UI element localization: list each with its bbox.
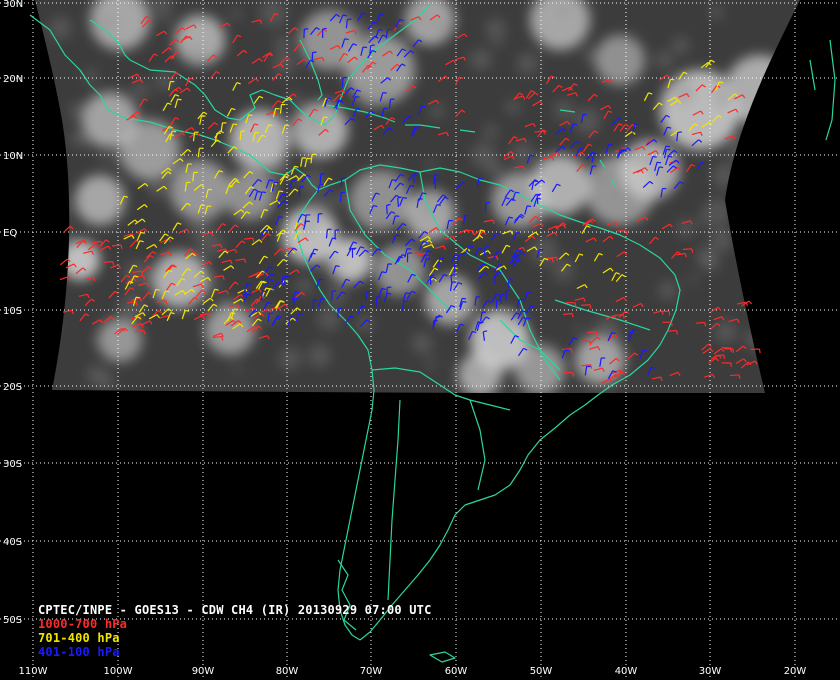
cloud-texture [353,24,380,51]
latitude-label: 50S [3,615,22,626]
cloud-texture [702,254,720,272]
latitude-label: 20S [3,382,22,393]
cloud-texture [319,254,343,278]
cloud-texture [429,103,445,119]
cloud-texture [468,364,483,379]
cloud-texture [233,364,242,373]
cloud-texture [378,84,399,105]
cloud-texture [708,5,724,20]
longitude-label: 70W [360,666,383,677]
legend-high-level: 401-100 hPa [38,645,120,659]
cloud-texture [295,133,306,143]
cloud-texture [278,347,302,370]
cloud-texture [318,32,330,44]
cloud-patch [98,318,142,362]
cloud-texture [688,274,698,284]
cloud-texture [493,37,504,48]
cloud-texture [317,307,341,331]
cloud-texture [556,3,570,17]
cloud-texture [86,365,106,385]
latitude-label: 10N [3,151,23,162]
cloud-texture [574,324,584,333]
cloud-texture [574,107,601,135]
cloud-texture [273,134,286,147]
latitude-label: 40S [3,537,22,548]
cloud-texture [399,36,408,45]
cloud-texture [696,216,707,226]
cloud-texture [330,191,345,207]
cloud-texture [70,131,86,147]
cloud-texture [259,0,287,27]
legend-mid-level: 701-400 hPa [38,631,120,645]
longitude-label: 110W [19,666,48,677]
cloud-texture [274,35,291,52]
cloud-texture [299,168,327,197]
cloud-texture [671,80,696,105]
latitude-label: 30N [3,0,23,10]
cloud-texture [159,14,170,25]
latitude-label: 20N [3,74,23,85]
cloud-texture [485,18,506,40]
cloud-texture [323,11,334,23]
cloud-texture [358,98,372,112]
satellite-image [35,0,800,393]
cloud-texture [143,124,154,136]
cloud-texture [132,81,150,99]
cloud-texture [389,158,398,167]
cloud-texture [583,48,597,62]
cloud-texture [511,142,535,166]
longitude-label: 60W [445,666,468,677]
cloud-texture [356,315,374,333]
cloud-texture [230,8,242,20]
cloud-texture [98,14,115,32]
cloud-texture [658,280,678,301]
cloud-texture [655,51,673,70]
cloud-texture [469,48,492,71]
cloud-texture [308,343,332,368]
cloud-texture [552,259,574,281]
cloud-texture [48,16,72,40]
longitude-label: 30W [699,666,722,677]
cloud-texture [111,152,124,166]
cloud-texture [92,334,102,345]
longitude-label: 100W [104,666,133,677]
cloud-texture [431,16,449,34]
cloud-texture [69,102,88,121]
cloud-patch [425,275,475,325]
cloud-texture [593,317,622,345]
cloud-texture [184,44,208,68]
cloud-patch [515,345,565,393]
map-title: CPTEC/INPE - GOES13 - CDW CH4 (IR) 20130… [38,603,432,617]
cloud-patch [205,305,255,355]
cloud-texture [516,52,539,75]
longitude-label: 80W [276,666,299,677]
latitude-label: 10S [3,306,22,317]
longitude-label: 90W [192,666,215,677]
cloud-texture [119,293,146,320]
cloud-texture [125,124,135,134]
longitude-label: 40W [615,666,638,677]
cloud-texture [420,195,441,216]
cloud-texture [411,332,433,355]
longitude-label: 50W [530,666,553,677]
cloud-texture [188,217,211,239]
cloud-texture [671,36,690,55]
cloud-texture [272,51,297,76]
cloud-texture [83,68,98,83]
longitude-label: 20W [784,666,807,677]
cloud-texture [610,187,628,205]
wind-map: 30N 20N 10N EQ 10S 20S 30S 40S 50S 110W 100W 90W 80… [0,0,840,680]
cloud-texture [505,99,521,115]
cloud-texture [483,124,499,140]
cloud-texture [169,248,183,262]
legend-low-level: 1000-700 hPa [38,617,128,631]
latitude-label: EQ [3,228,17,239]
cloud-texture [425,358,436,369]
cloud-texture [486,160,504,178]
cloud-texture [629,156,639,167]
latitude-label: 30S [3,459,22,470]
